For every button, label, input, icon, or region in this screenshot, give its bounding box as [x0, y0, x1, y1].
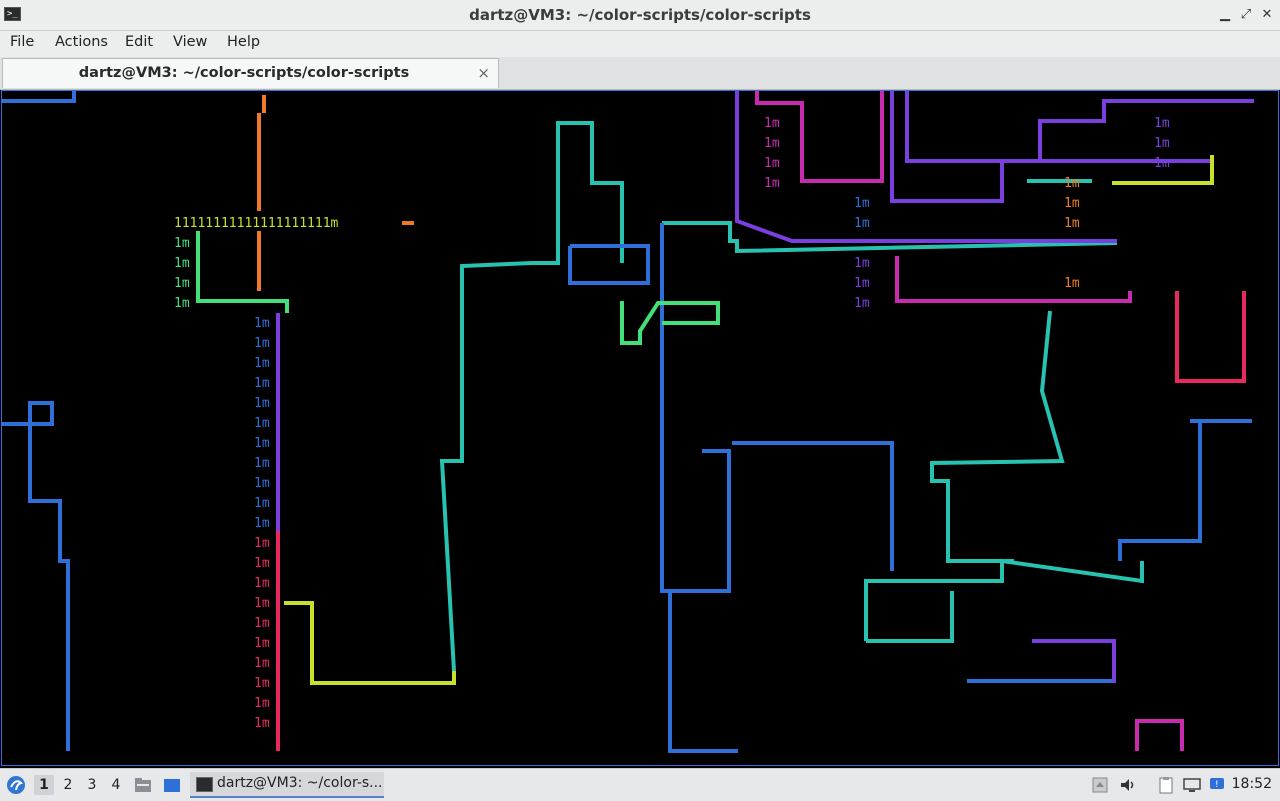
pipe-segment: [930, 310, 1065, 563]
tab-label: dartz@VM3: ~/color-scripts/color-scripts: [78, 65, 410, 81]
taskbar-task-terminal[interactable]: dartz@VM3: ~/color-s...: [190, 772, 384, 798]
window-titlebar[interactable]: >_ dartz@VM3: ~/color-scripts/color-scri…: [0, 0, 1280, 31]
pipe-segment: [284, 601, 456, 685]
pipe-segment: [1135, 719, 1184, 751]
task-label: dartz@VM3: ~/color-s...: [217, 775, 383, 791]
terminal-glyph: 1m: [174, 256, 190, 271]
pipe-segment: [660, 223, 731, 593]
update-icon[interactable]: [1091, 776, 1109, 794]
terminal-glyph: 1m: [854, 296, 870, 311]
pipe-segment: [864, 558, 1144, 641]
menu-edit[interactable]: Edit: [125, 34, 153, 50]
minimize-icon[interactable]: ▁: [1216, 6, 1234, 24]
terminal-glyph: 1m: [254, 316, 270, 331]
terminal-glyph: 1m: [254, 336, 270, 351]
terminal-glyph: 1m: [764, 136, 780, 151]
terminal-glyph: 11111111111111111111m: [174, 216, 339, 231]
terminal-glyph: 1m: [254, 696, 270, 711]
pipe-segment: [620, 301, 720, 345]
terminal-glyph: 1m: [254, 616, 270, 631]
workspace-4[interactable]: 4: [106, 775, 126, 795]
terminal-glyph: 1m: [254, 516, 270, 531]
pipe-segment: [439, 261, 533, 672]
pipe-segment: [1032, 639, 1116, 683]
workspace-3[interactable]: 3: [82, 775, 102, 795]
terminal-glyph: 1m: [1064, 216, 1080, 231]
menu-view[interactable]: View: [173, 34, 207, 50]
menu-file[interactable]: File: [10, 34, 34, 50]
pipe-segment: [1175, 291, 1246, 383]
pipe-segment: [866, 591, 954, 643]
terminal-glyph: 1m: [764, 176, 780, 191]
lxqt-start-icon[interactable]: [6, 775, 26, 795]
menu-actions[interactable]: Actions: [55, 34, 108, 50]
show-desktop-icon[interactable]: [163, 776, 181, 794]
terminal-glyph: 1m: [1064, 196, 1080, 211]
pipe-segment: [196, 231, 289, 313]
terminal-glyph: 1m: [174, 296, 190, 311]
clipboard-icon[interactable]: [1157, 776, 1175, 794]
network-icon[interactable]: [1183, 776, 1201, 794]
taskbar: 1 2 3 4 dartz@VM3: ~/color-s... ! 18:52: [0, 768, 1280, 801]
terminal-glyph: 1m: [254, 456, 270, 471]
terminal-glyph: 1m: [254, 656, 270, 671]
terminal-glyph: 1m: [254, 536, 270, 551]
pipe-segment: [732, 441, 894, 571]
tab-terminal[interactable]: dartz@VM3: ~/color-scripts/color-scripts…: [2, 58, 499, 88]
terminal-glyph: 1m: [174, 236, 190, 251]
tab-bar: dartz@VM3: ~/color-scripts/color-scripts…: [0, 57, 1280, 90]
pipe-segment: [895, 256, 1132, 303]
workspace-2[interactable]: 2: [58, 775, 78, 795]
terminal-glyph: 1m: [254, 636, 270, 651]
close-icon[interactable]: ✕: [1258, 6, 1276, 24]
workspace-1[interactable]: 1: [34, 775, 54, 795]
terminal-glyph: 1m: [1064, 176, 1080, 191]
pipe-segment: [662, 221, 1118, 254]
terminal-glyph: 1m: [1154, 136, 1170, 151]
terminal-glyph: 1m: [854, 216, 870, 231]
pipe-segment: [735, 91, 1117, 243]
terminal-glyph: 1m: [254, 556, 270, 571]
pipe-segment: [2, 401, 70, 751]
menu-help[interactable]: Help: [227, 34, 260, 50]
terminal-glyph: 1m: [174, 276, 190, 291]
terminal-glyph: 1m: [254, 396, 270, 411]
tab-close-icon[interactable]: ×: [477, 64, 490, 82]
terminal-glyph: 1m: [254, 476, 270, 491]
pipe-segment: [568, 244, 650, 285]
terminal-glyph: 1m: [254, 596, 270, 611]
clock: 18:52: [1231, 776, 1272, 792]
terminal-glyph: 1m: [254, 356, 270, 371]
pipe-segment: [532, 121, 624, 265]
terminal-glyph: 1m: [764, 156, 780, 171]
terminal-glyph: 1m: [854, 196, 870, 211]
volume-icon[interactable]: [1119, 776, 1137, 794]
window-title: dartz@VM3: ~/color-scripts/color-scripts: [469, 6, 811, 24]
terminal-glyph: 1m: [1154, 156, 1170, 171]
menu-bar: File Actions Edit View Help: [0, 31, 1280, 57]
terminal-output[interactable]: 11111111111111111111m 1m 1m 1m 1m 1m 1m 1m 1m 1m 1…: [1, 90, 1279, 766]
terminal-glyph: 1m: [254, 716, 270, 731]
terminal-icon: [196, 777, 213, 792]
maximize-icon[interactable]: ⤢: [1237, 6, 1255, 24]
terminal-glyph: 1m: [254, 496, 270, 511]
terminal-glyph: 1m: [764, 116, 780, 131]
terminal-glyph: 1m: [254, 436, 270, 451]
terminal-glyph: 1m: [254, 416, 270, 431]
terminal-glyph: 1m: [1064, 276, 1080, 291]
terminal-glyph: 1m: [254, 576, 270, 591]
pipe-segment: [668, 591, 738, 753]
terminal-glyph: 1m: [254, 676, 270, 691]
terminal-glyph: 1m: [254, 376, 270, 391]
notification-icon[interactable]: !: [1209, 776, 1227, 794]
terminal-glyph: 1m: [854, 256, 870, 271]
pipe-segment: [2, 91, 76, 103]
terminal-glyph: 1m: [1154, 116, 1170, 131]
pipe-segment: [1118, 421, 1202, 561]
svg-text:!: !: [1215, 780, 1219, 790]
file-manager-icon[interactable]: [134, 776, 152, 794]
pipes-animation: 11111111111111111111m 1m 1m 1m 1m 1m 1m 1m 1m 1m 1…: [2, 91, 1254, 753]
terminal-glyph: 1m: [854, 276, 870, 291]
